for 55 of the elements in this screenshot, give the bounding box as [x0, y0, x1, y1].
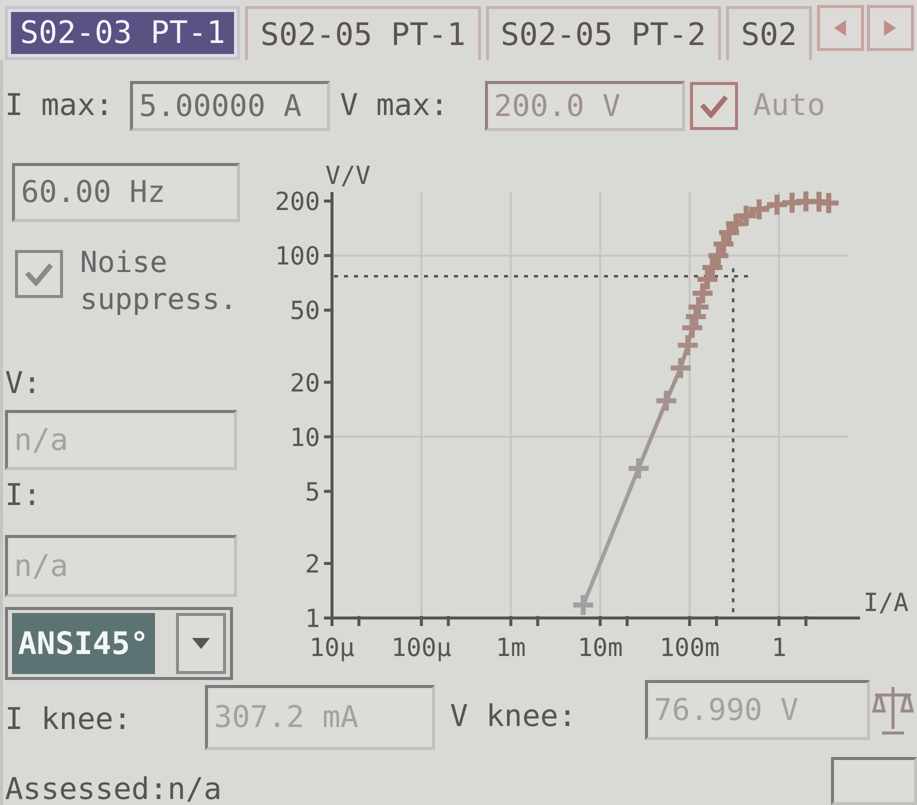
checkbox[interactable]	[15, 250, 63, 298]
axis-tick-label: 100µ	[391, 633, 452, 662]
axis-tick-label: 2	[304, 549, 320, 578]
axis-tick-label: 1	[771, 633, 787, 662]
axis-tick-label: 100m	[660, 633, 720, 662]
data-point-marker	[690, 280, 716, 306]
axis-tick-label: 1m	[496, 633, 526, 662]
field-label: I:	[5, 477, 42, 515]
axis-tick-label: 5	[304, 477, 320, 506]
field-label: V:	[5, 365, 42, 403]
input-field[interactable]: 60.00 Hz	[12, 163, 240, 222]
tab[interactable]: S02-05 PT-1	[245, 6, 481, 60]
data-point-marker	[626, 456, 652, 481]
data-point-marker	[668, 355, 694, 380]
axis-title: I/A	[863, 588, 909, 617]
checkbox[interactable]	[690, 82, 738, 130]
triangle-left-icon	[834, 20, 846, 36]
data-point-marker	[570, 592, 596, 618]
field-label: V knee:	[450, 698, 578, 735]
triangle-right-icon	[884, 20, 896, 36]
axis-tick-label: 20	[290, 368, 320, 398]
dropdown-arrow-button[interactable]	[176, 613, 226, 674]
checkbox-label: Noise suppress.	[80, 244, 238, 318]
tab[interactable]: S02	[726, 6, 812, 60]
axis-title: V/V	[325, 161, 371, 190]
axis-tick-label: 10m	[578, 633, 623, 662]
unlabeled-button[interactable]	[831, 757, 917, 805]
caret-down-icon	[192, 638, 210, 649]
dropdown[interactable]: ANSI45°	[5, 607, 233, 680]
input-field[interactable]: 5.00000 A	[130, 81, 330, 131]
data-point-marker	[654, 388, 679, 414]
axis-tick-label: 10	[290, 422, 320, 452]
data-point-marker	[675, 332, 700, 358]
checkbox-label: Auto	[753, 88, 826, 124]
field-label: I knee:	[5, 701, 132, 738]
data-point-marker	[746, 196, 772, 222]
axis-tick-label: 50	[290, 296, 320, 326]
field-label: I max:	[5, 88, 114, 124]
scroll-right-button[interactable]	[866, 5, 914, 51]
data-point-marker	[734, 203, 759, 228]
tab[interactable]: S02-03 PT-1	[5, 6, 240, 60]
data-point-marker	[780, 190, 805, 216]
field-label: V max:	[340, 88, 450, 124]
axis-tick-label: 1	[304, 604, 320, 633]
dropdown-value: ANSI45°	[12, 613, 155, 674]
scroll-left-button[interactable]	[816, 5, 864, 51]
data-point-marker	[793, 188, 818, 214]
axis-tick-label: 200	[274, 187, 320, 216]
axis-tick-label: 100	[274, 242, 320, 271]
check-icon	[25, 262, 53, 286]
status-text: Assessed:n/a	[5, 774, 222, 805]
data-point-marker	[764, 192, 790, 218]
check-icon	[700, 94, 728, 118]
tab[interactable]: S02-05 PT-2	[486, 6, 721, 60]
axis-tick-label: 10µ	[309, 633, 355, 662]
